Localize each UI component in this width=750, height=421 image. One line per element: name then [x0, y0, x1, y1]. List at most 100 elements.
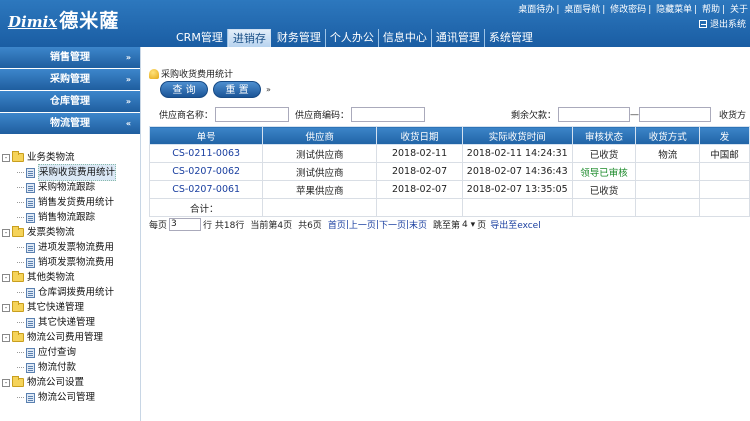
tree-item[interactable]: 应付查询	[0, 345, 140, 360]
col-header-supplier[interactable]: 供应商	[262, 126, 378, 145]
tree-item[interactable]: 销售物流跟踪	[0, 210, 140, 225]
tree-item[interactable]: 物流公司管理	[0, 390, 140, 405]
tree-item[interactable]: 其它快递管理	[0, 315, 140, 330]
collapse-icon[interactable]: -	[2, 228, 10, 237]
tab-inventory[interactable]: 进销存	[227, 29, 271, 47]
expand-filters-icon[interactable]: »	[266, 85, 271, 94]
tab-personal-office[interactable]: 个人办公	[326, 29, 379, 47]
jump-label: 跳至第	[433, 221, 461, 231]
tree-item[interactable]: 销项发票物流费用	[0, 255, 140, 270]
reset-button[interactable]: 重 置	[213, 81, 261, 98]
cell-empty	[699, 198, 750, 217]
cell-actual: 2018-02-07 14:36:43	[461, 162, 573, 181]
export-excel-link[interactable]: 导出至excel	[490, 218, 541, 231]
tree-item[interactable]: 采购收货费用统计	[0, 164, 140, 181]
tree-folder[interactable]: - 物流公司费用管理	[0, 330, 140, 345]
main-nav: CRM管理 进销存 财务管理 个人办公 信息中心 通讯管理 系统管理	[172, 29, 537, 47]
order-id-link[interactable]: CS-0207-0062	[148, 162, 264, 181]
cell-date: 2018-02-07	[376, 180, 463, 199]
tree-item[interactable]: 物流付款	[0, 360, 140, 375]
table-row[interactable]: CS-0207-0061 苹果供应商 2018-02-07 2018-02-07…	[148, 180, 750, 199]
document-icon	[26, 317, 35, 328]
cell-method	[635, 162, 701, 181]
document-icon	[26, 197, 35, 208]
tree-folder[interactable]: - 物流公司设置	[0, 375, 140, 390]
prev-page-link[interactable]: 上一页	[349, 218, 376, 231]
table-header-row: 单号 供应商 收货日期 实际收货时间 审核状态 收货方式 发	[148, 126, 750, 145]
section-purchase[interactable]: 采购管理 »	[0, 69, 140, 91]
cell-extra: 中国邮	[699, 144, 750, 163]
first-page-link[interactable]: 首页	[328, 218, 346, 231]
folder-icon	[12, 271, 24, 282]
next-page-link[interactable]: 下一页	[379, 218, 406, 231]
tree-item[interactable]: 采购物流跟踪	[0, 180, 140, 195]
page-select-value: 4	[462, 219, 468, 230]
col-header-actual[interactable]: 实际收货时间	[461, 126, 573, 145]
cell-extra	[699, 162, 750, 181]
data-table: 单号 供应商 收货日期 实际收货时间 审核状态 收货方式 发 CS-0211-0…	[148, 126, 750, 217]
tab-communication[interactable]: 通讯管理	[432, 29, 485, 47]
col-header-status[interactable]: 审核状态	[571, 126, 637, 145]
collapse-icon[interactable]: -	[2, 273, 10, 282]
tree-item[interactable]: 仓库调拨费用统计	[0, 285, 140, 300]
order-id-link[interactable]: CS-0211-0063	[148, 144, 264, 163]
collapse-icon[interactable]: -	[2, 378, 10, 387]
col-header-method[interactable]: 收货方式	[635, 126, 701, 145]
collapse-icon[interactable]: -	[2, 153, 10, 162]
tree-item[interactable]: 销售发货费用统计	[0, 195, 140, 210]
section-logistics[interactable]: 物流管理 «	[0, 113, 140, 135]
section-label: 物流管理	[50, 118, 90, 129]
filter-bar: 供应商名称： 供应商编码： 剩余欠款： — 收货方	[149, 105, 750, 124]
link-hide-menu[interactable]: 隐藏菜单	[656, 5, 692, 15]
link-desktop-todo[interactable]: 桌面待办	[518, 5, 554, 15]
last-page-link[interactable]: 末页	[409, 218, 427, 231]
tree-folder[interactable]: - 其它快递管理	[0, 300, 140, 315]
receive-method-label: 收货方	[719, 111, 747, 121]
link-about[interactable]: 关于	[730, 5, 748, 15]
cell-supplier: 测试供应商	[262, 162, 378, 181]
table-row[interactable]: CS-0207-0062 测试供应商 2018-02-07 2018-02-07…	[148, 162, 750, 181]
col-header-date[interactable]: 收货日期	[376, 126, 463, 145]
per-page-input[interactable]: 3	[169, 218, 202, 231]
section-sales[interactable]: 销售管理 »	[0, 47, 140, 69]
section-label: 采购管理	[50, 74, 90, 85]
tab-system[interactable]: 系统管理	[485, 29, 537, 47]
collapse-icon[interactable]: -	[2, 333, 10, 342]
query-button[interactable]: 查 询	[160, 81, 208, 98]
tab-finance[interactable]: 财务管理	[273, 29, 326, 47]
link-desktop-nav[interactable]: 桌面导航	[564, 5, 600, 15]
link-help[interactable]: 帮助	[702, 5, 720, 15]
remain-debt-min-input[interactable]	[558, 107, 631, 122]
tab-crm[interactable]: CRM管理	[172, 29, 228, 47]
folder-icon	[12, 151, 24, 162]
page-select[interactable]: 4 ▾	[462, 220, 475, 230]
tree-folder[interactable]: - 发票类物流	[0, 225, 140, 240]
tree-folder[interactable]: - 业务类物流	[0, 150, 140, 165]
row-total: 行 共18行	[203, 221, 245, 231]
col-header-id[interactable]: 单号	[148, 126, 264, 145]
logo-en: Dimix	[8, 13, 58, 31]
col-header-extra[interactable]: 发	[699, 126, 750, 145]
cell-status: 已收货	[571, 180, 637, 199]
order-id-link[interactable]: CS-0207-0061	[148, 180, 264, 199]
remain-debt-max-input[interactable]	[639, 107, 712, 122]
logo-cn: 德米薩	[59, 10, 120, 32]
tree-item[interactable]: 进项发票物流费用	[0, 240, 140, 255]
tree-folder[interactable]: - 其他类物流	[0, 270, 140, 285]
collapse-icon[interactable]: -	[2, 303, 10, 312]
dropdown-arrow-icon: ▾	[470, 219, 476, 230]
remain-debt-label: 剩余欠款：	[511, 111, 557, 121]
tab-info-center[interactable]: 信息中心	[379, 29, 432, 47]
cell-actual: 2018-02-11 14:24:31	[461, 144, 573, 163]
pagination: 每页 3 行 共18行 当前第4页 共6页 首页 | 上一页 | 下一页 | 末页 跳…	[149, 218, 541, 231]
document-icon	[26, 167, 35, 178]
supplier-name-input[interactable]	[215, 107, 290, 122]
page-unit: 页	[477, 221, 487, 231]
supplier-code-input[interactable]	[351, 107, 426, 122]
table-row[interactable]: CS-0211-0063 测试供应商 2018-02-11 2018-02-11…	[148, 144, 750, 163]
link-change-password[interactable]: 修改密码	[610, 5, 646, 15]
logout-link[interactable]: 退出系统	[698, 17, 746, 30]
section-warehouse[interactable]: 仓库管理 »	[0, 91, 140, 113]
cell-date: 2018-02-11	[376, 144, 463, 163]
cell-extra	[699, 180, 750, 199]
